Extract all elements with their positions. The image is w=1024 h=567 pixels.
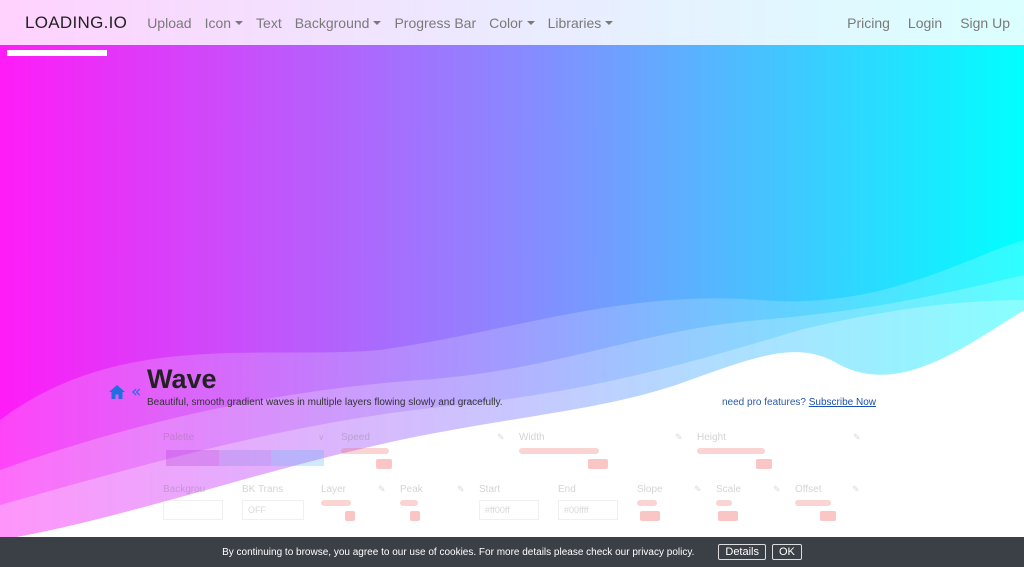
- width-label: Width: [519, 432, 545, 443]
- speed-value-badge: [376, 459, 392, 469]
- pro-features-note: need pro features? Subscribe Now: [722, 397, 876, 408]
- nav-upload-label: Upload: [147, 14, 192, 31]
- chevron-down-icon[interactable]: ∨: [318, 432, 325, 443]
- start-color-input[interactable]: #ff00ff: [479, 500, 539, 520]
- home-icon[interactable]: [109, 385, 125, 399]
- nav-libraries-label: Libraries: [547, 14, 602, 31]
- nav-upload[interactable]: Upload: [147, 15, 191, 31]
- nav-color[interactable]: Color: [489, 14, 535, 31]
- pencil-icon[interactable]: ✎: [852, 484, 860, 495]
- back-chevron-icon[interactable]: «: [131, 383, 141, 401]
- caret-down-icon: [605, 20, 614, 25]
- end-label: End: [558, 484, 576, 495]
- nav-progress-bar[interactable]: Progress Bar: [394, 15, 476, 31]
- peak-slider[interactable]: [400, 500, 418, 506]
- slope-value-badge: [640, 511, 660, 521]
- nav-color-label: Color: [489, 14, 523, 31]
- width-slider[interactable]: [519, 448, 599, 454]
- nav-icon-label: Icon: [204, 14, 232, 31]
- offset-slider[interactable]: [795, 500, 831, 506]
- cookie-message: By continuing to browse, you agree to ou…: [222, 546, 695, 558]
- bk-trans-label: BK Trans: [242, 484, 284, 495]
- nav-login[interactable]: Login: [908, 15, 942, 31]
- nav-pricing[interactable]: Pricing: [847, 15, 890, 31]
- start-label: Start: [479, 484, 501, 495]
- background-label: Backgrou: [163, 484, 206, 495]
- loading-progress-strip: [7, 50, 107, 56]
- config-panel: Palette ∨ Speed ✎ Width ✎ Height ✎ Backg…: [148, 422, 876, 540]
- nav-background[interactable]: Background: [295, 15, 382, 31]
- layer-label: Layer: [321, 484, 347, 495]
- start-color-value: #ff00ff: [485, 505, 510, 515]
- nav-icon[interactable]: Icon: [204, 14, 244, 31]
- scale-value-badge: [718, 511, 738, 521]
- pencil-icon[interactable]: ✎: [773, 484, 781, 495]
- brand-logo[interactable]: LOADING.IO: [25, 13, 127, 33]
- pencil-icon[interactable]: ✎: [694, 484, 702, 495]
- scale-label: Scale: [716, 484, 742, 495]
- page-title: Wave: [147, 364, 217, 394]
- page-subtitle: Beautiful, smooth gradient waves in mult…: [147, 397, 503, 408]
- pencil-icon[interactable]: ✎: [675, 432, 683, 443]
- end-color-input[interactable]: #00ffff: [558, 500, 618, 520]
- palette-swatch[interactable]: [166, 450, 325, 466]
- layer-slider[interactable]: [321, 500, 351, 506]
- nav-background-label: Background: [294, 14, 370, 31]
- palette-label: Palette: [163, 432, 195, 443]
- bk-trans-value: OFF: [248, 505, 266, 515]
- peak-label: Peak: [400, 484, 423, 495]
- cookie-details-button[interactable]: Details: [718, 544, 766, 560]
- offset-label: Offset: [795, 484, 822, 495]
- caret-down-icon: [526, 20, 535, 25]
- top-navbar: LOADING.IO Upload Icon Text Background P…: [0, 0, 1024, 45]
- cookie-ok-button[interactable]: OK: [772, 544, 802, 560]
- scale-slider[interactable]: [716, 500, 732, 506]
- pro-features-prefix: need pro features?: [722, 397, 806, 408]
- pencil-icon[interactable]: ✎: [457, 484, 465, 495]
- bk-trans-toggle[interactable]: OFF: [242, 500, 304, 520]
- layer-value-badge: [345, 511, 355, 521]
- nav-signup[interactable]: Sign Up: [960, 15, 1010, 31]
- caret-down-icon: [373, 20, 382, 25]
- nav-right-group: Pricing Login Sign Up: [829, 15, 1010, 31]
- speed-label: Speed: [341, 432, 370, 443]
- end-color-value: #00ffff: [564, 505, 589, 515]
- background-input[interactable]: [163, 500, 223, 520]
- height-label: Height: [697, 432, 726, 443]
- peak-value-badge: [410, 511, 420, 521]
- nav-libraries[interactable]: Libraries: [548, 15, 614, 31]
- height-value-badge: [756, 459, 772, 469]
- nav-progress-bar-label: Progress Bar: [394, 14, 477, 31]
- width-value-badge: [588, 459, 608, 469]
- nav-text-label: Text: [256, 14, 282, 31]
- cookie-consent-bar: By continuing to browse, you agree to ou…: [0, 537, 1024, 567]
- height-slider[interactable]: [697, 448, 765, 454]
- offset-value-badge: [820, 511, 836, 521]
- speed-slider[interactable]: [341, 448, 389, 454]
- subscribe-now-link[interactable]: Subscribe Now: [809, 397, 876, 408]
- caret-down-icon: [235, 20, 244, 25]
- pencil-icon[interactable]: ✎: [497, 432, 505, 443]
- nav-text[interactable]: Text: [256, 15, 282, 31]
- slope-label: Slope: [637, 484, 663, 495]
- slope-slider[interactable]: [637, 500, 657, 506]
- pencil-icon[interactable]: ✎: [853, 432, 861, 443]
- pencil-icon[interactable]: ✎: [378, 484, 386, 495]
